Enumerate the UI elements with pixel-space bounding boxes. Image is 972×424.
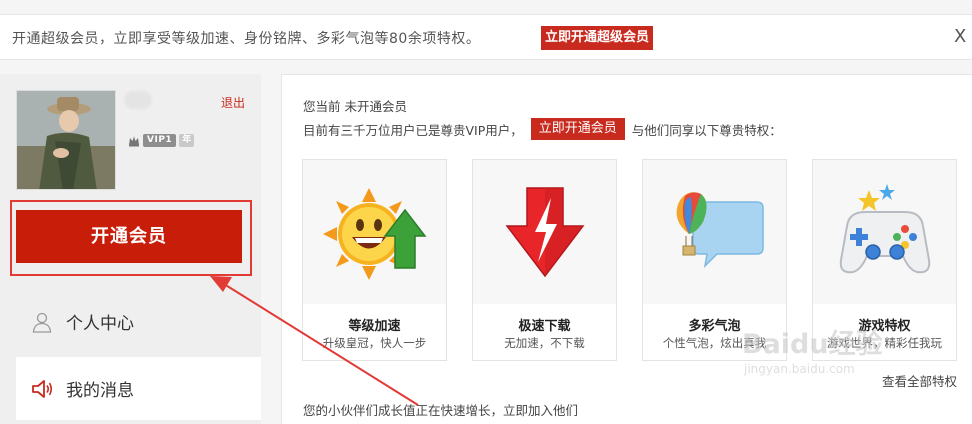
sidebar-item-label: 我的消息 bbox=[66, 381, 134, 401]
gamepad-icon bbox=[839, 184, 930, 274]
main-panel: 您当前 未开通会员 目前有三千万位用户已是尊贵VIP用户， 立即开通会员 与他们… bbox=[281, 74, 972, 424]
card-desc: 升级皇冠，快人一步 bbox=[322, 336, 427, 350]
year-badge: 年 bbox=[179, 134, 195, 147]
vip-level: VIP1 年 bbox=[128, 133, 195, 148]
membership-status: 您当前 未开通会员 bbox=[303, 99, 407, 114]
privilege-card-colorful-bubble[interactable]: 多彩气泡 个性气泡，炫出真我 bbox=[642, 159, 787, 361]
info-prefix: 目前有三千万位用户已是尊贵VIP用户， bbox=[303, 122, 523, 138]
membership-info: 目前有三千万位用户已是尊贵VIP用户， 立即开通会员 与他们同享以下尊贵特权： bbox=[303, 118, 782, 140]
info-suffix: 与他们同享以下尊贵特权： bbox=[631, 122, 782, 138]
card-title: 多彩气泡 bbox=[688, 319, 741, 334]
close-banner-button[interactable]: X bbox=[954, 26, 966, 48]
card-desc: 游戏世界，精彩任我玩 bbox=[827, 336, 942, 350]
privilege-card-game[interactable]: 游戏特权 游戏世界，精彩任我玩 bbox=[812, 159, 957, 361]
promo-banner-text: 开通超级会员，立即享受等级加速、身份铭牌、多彩气泡等80余项特权。 bbox=[12, 31, 481, 47]
sidebar-item-label: 个人中心 bbox=[66, 314, 134, 334]
open-super-member-button[interactable]: 立即开通超级会员 bbox=[541, 26, 653, 50]
person-icon bbox=[32, 312, 52, 333]
see-all-privileges-link[interactable]: 查看全部特权 bbox=[882, 371, 957, 390]
avatar-photo-icon bbox=[17, 91, 115, 189]
promo-banner: 开通超级会员，立即享受等级加速、身份铭牌、多彩气泡等80余项特权。 立即开通超级… bbox=[0, 14, 972, 60]
username-blurred bbox=[124, 91, 152, 109]
card-image bbox=[303, 160, 446, 304]
card-desc: 无加速，不下载 bbox=[504, 336, 585, 350]
avatar[interactable] bbox=[16, 90, 116, 190]
card-title: 极速下载 bbox=[518, 319, 571, 334]
growth-notice: 您的小伙伴们成长值正在快速增长，立即加入他们 bbox=[303, 403, 579, 418]
sun-arrow-icon bbox=[322, 188, 427, 280]
download-arrow-icon bbox=[504, 187, 585, 278]
privilege-card-fast-download[interactable]: 极速下载 无加速，不下载 bbox=[472, 159, 617, 361]
sidebar: 退出 VIP1 年 开通会员 个人中心 我的消息 bbox=[0, 74, 261, 424]
card-image bbox=[813, 160, 956, 304]
privilege-card-level-speed[interactable]: 等级加速 升级皇冠，快人一步 bbox=[302, 159, 447, 361]
card-image bbox=[473, 160, 616, 304]
open-member-button[interactable]: 开通会员 bbox=[16, 210, 242, 263]
card-desc: 个性气泡，炫出真我 bbox=[662, 336, 767, 350]
speaker-icon bbox=[32, 379, 53, 398]
card-title: 游戏特权 bbox=[858, 319, 911, 334]
open-member-inline-button[interactable]: 立即开通会员 bbox=[530, 118, 625, 140]
card-title: 等级加速 bbox=[348, 319, 401, 334]
card-image bbox=[643, 160, 786, 304]
balloon-bubble-icon bbox=[676, 192, 764, 269]
logout-link[interactable]: 退出 bbox=[221, 94, 245, 111]
sidebar-item-messages[interactable]: 我的消息 bbox=[16, 357, 261, 420]
vip-badge: VIP1 bbox=[143, 134, 177, 147]
sidebar-item-profile[interactable]: 个人中心 bbox=[16, 290, 261, 353]
crown-icon bbox=[129, 136, 139, 146]
